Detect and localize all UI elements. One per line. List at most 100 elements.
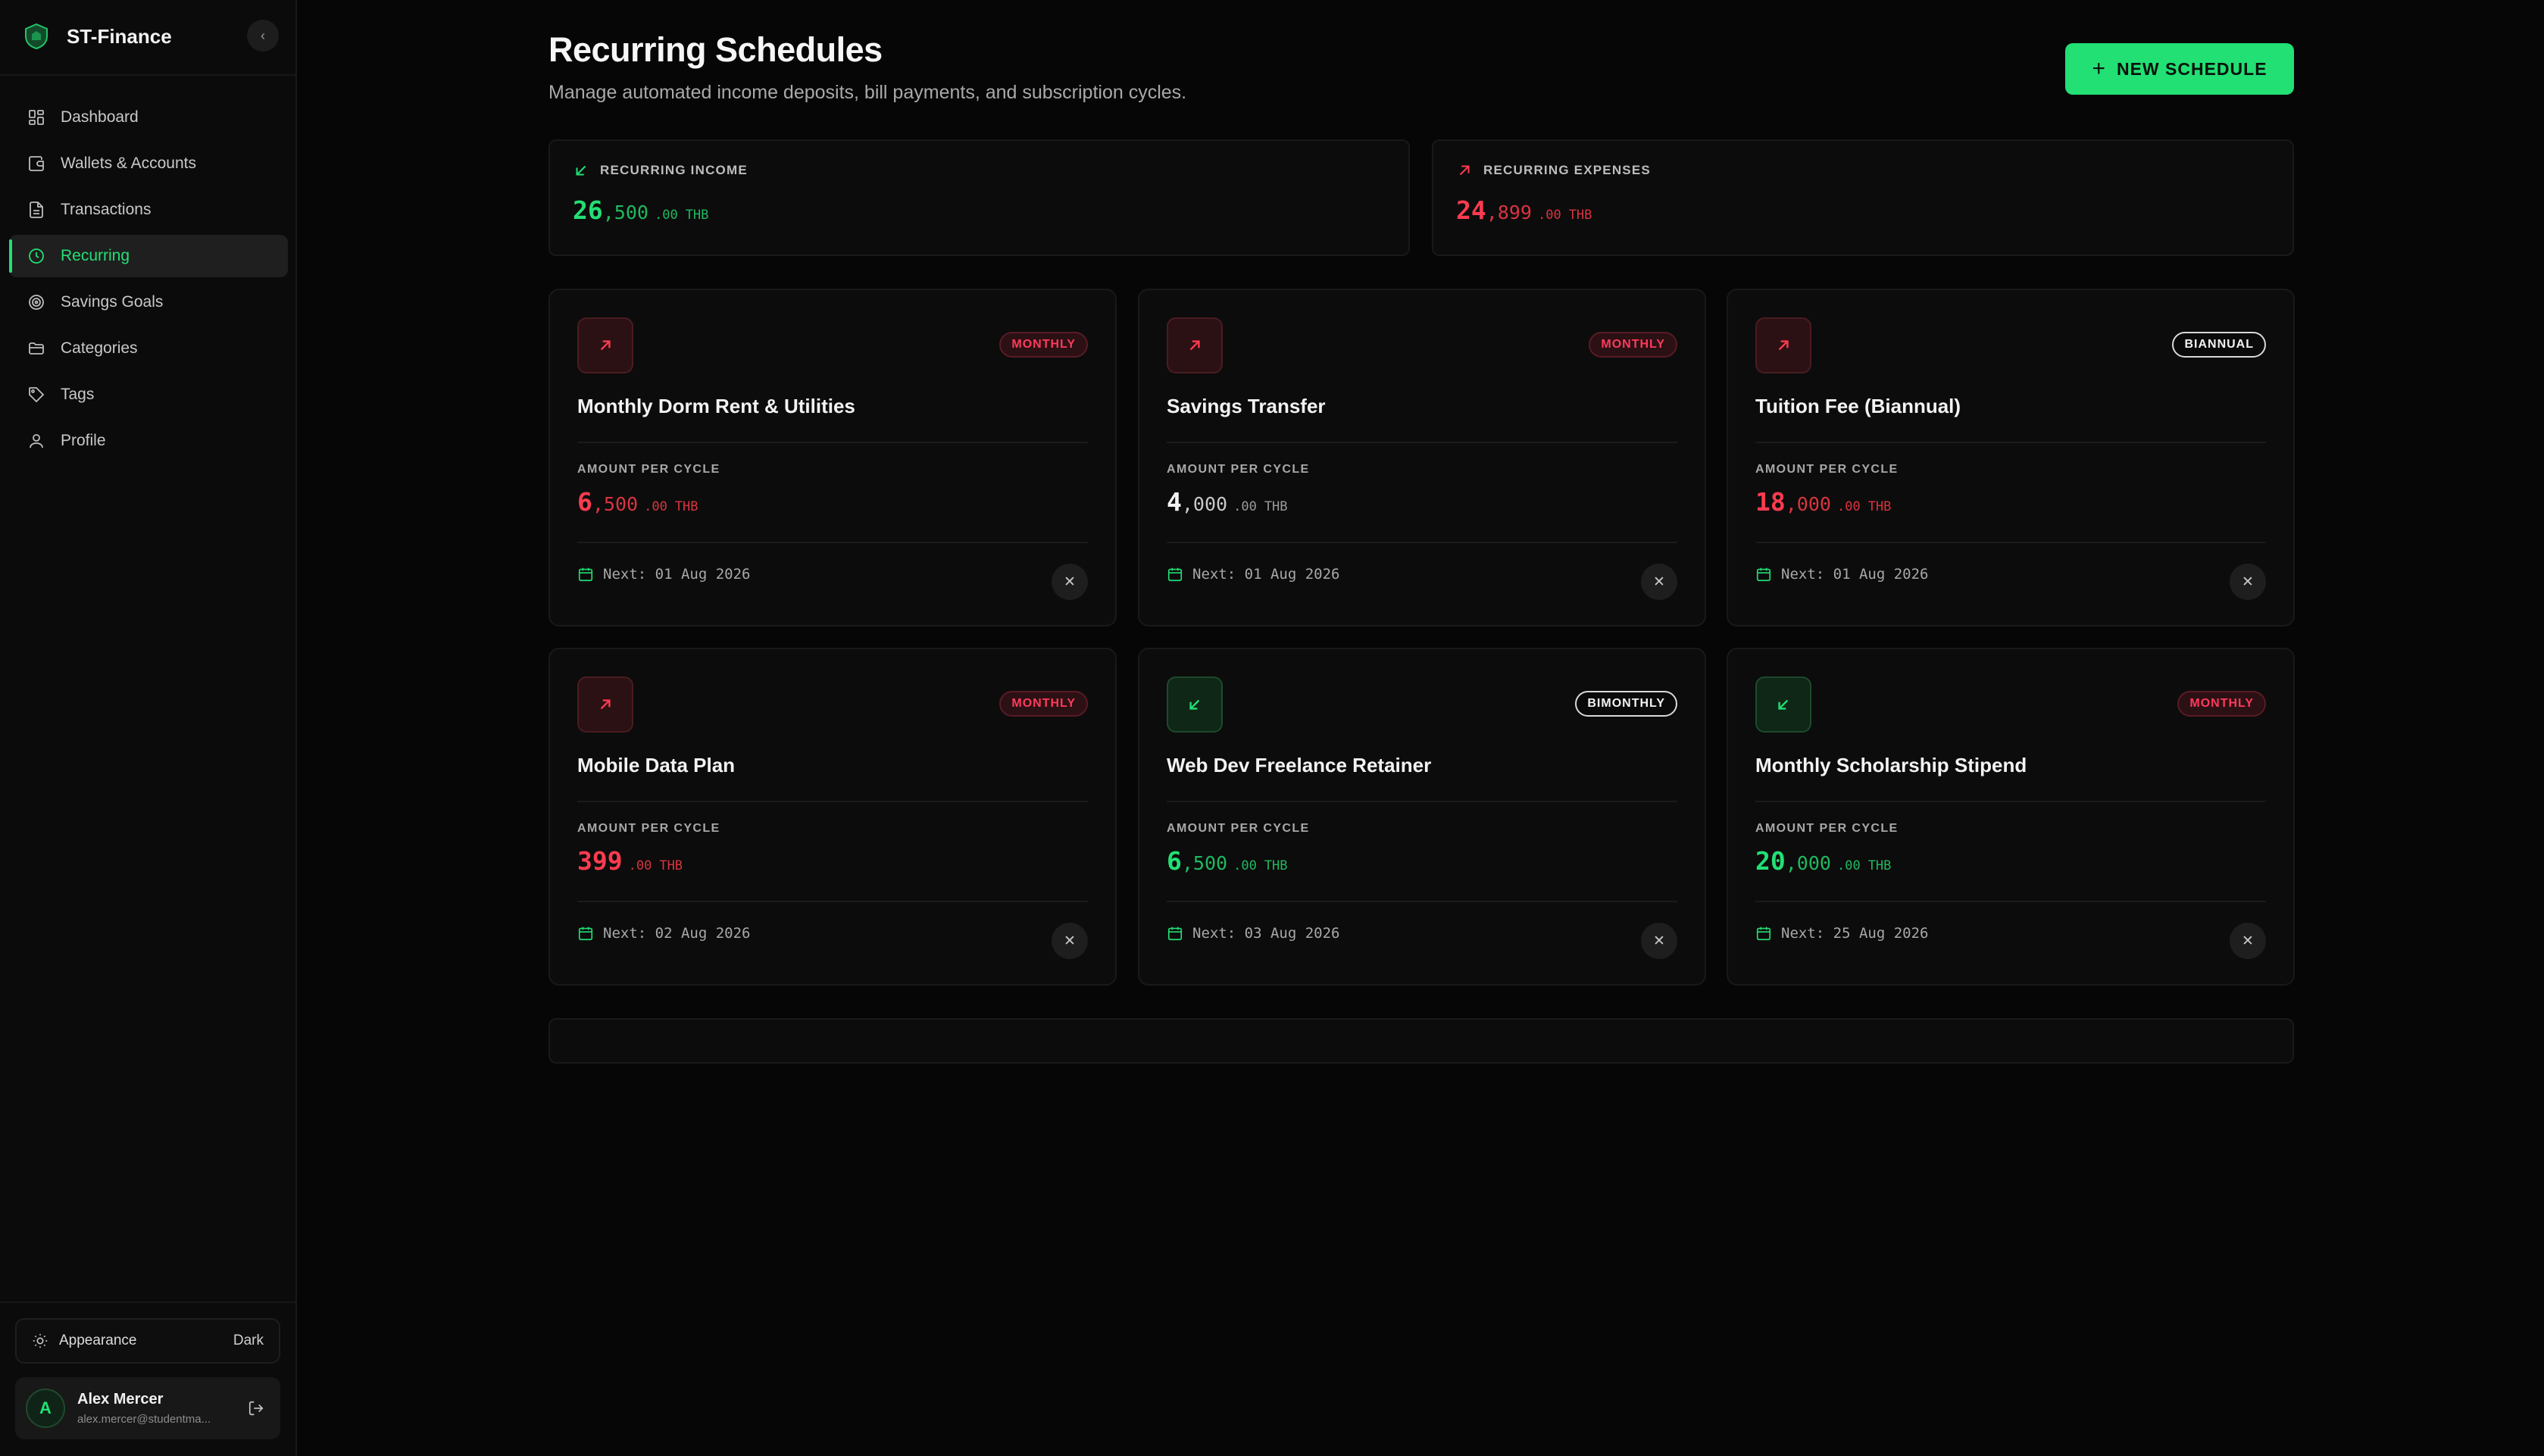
arrow-down-left-icon (573, 162, 589, 179)
amount-currency: THB (674, 499, 699, 514)
schedule-card[interactable]: MONTHLY Mobile Data Plan AMOUNT PER CYCL… (548, 648, 1117, 986)
user-name: Alex Mercer (77, 1391, 164, 1408)
page-subtitle: Manage automated income deposits, bill p… (548, 82, 1187, 103)
user-icon (26, 430, 47, 451)
card-divider (1167, 542, 1677, 543)
amount-thousands: ,000 (1785, 493, 1831, 515)
sidebar-item-label: Wallets & Accounts (61, 155, 196, 172)
next-date-text: Next: 01 Aug 2026 (603, 566, 751, 583)
frequency-badge: MONTHLY (1589, 332, 1677, 358)
brand[interactable]: ST-Finance (21, 20, 279, 53)
next-date-text: Next: 03 Aug 2026 (1192, 925, 1340, 942)
amount-decimal: .00 (1836, 858, 1861, 873)
clock-icon (26, 245, 47, 267)
appearance-label: Appearance (59, 1333, 137, 1348)
summary-label: RECURRING EXPENSES (1483, 163, 1651, 177)
amount-thousands: ,500 (602, 202, 649, 223)
avatar: A (26, 1389, 65, 1428)
card-divider (577, 901, 1088, 902)
arrow-up-right-icon (1185, 336, 1205, 355)
sidebar-item-recurring[interactable]: Recurring (9, 235, 288, 277)
new-schedule-button[interactable]: + NEW SCHEDULE (2065, 43, 2294, 95)
delete-schedule-button[interactable]: ✕ (2230, 923, 2266, 959)
sidebar-item-label: Categories (61, 339, 138, 357)
frequency-badge: MONTHLY (999, 691, 1088, 717)
amount-thousands: ,899 (1486, 202, 1532, 223)
amount-integer: 399 (577, 846, 623, 876)
next-date: Next: 01 Aug 2026 (1755, 566, 1928, 583)
card-divider (577, 542, 1088, 543)
delete-schedule-button[interactable]: ✕ (2230, 564, 2266, 600)
card-divider (577, 801, 1088, 802)
wallet-icon (26, 153, 47, 174)
amount-decimal: .00 (1537, 208, 1561, 223)
calendar-icon (577, 925, 594, 942)
amount-decimal: .00 (644, 499, 667, 514)
appearance-toggle[interactable]: Appearance Dark (15, 1318, 280, 1364)
amount-integer: 20 (1755, 846, 1786, 876)
next-date: Next: 02 Aug 2026 (577, 925, 750, 942)
sidebar-item-wallets[interactable]: Wallets & Accounts (9, 142, 288, 185)
user-info: Alex Mercer alex.mercer@studentma... (77, 1391, 242, 1426)
amount-per-cycle: 18 ,000 .00 THB (1755, 487, 1891, 517)
direction-badge (577, 676, 633, 733)
sidebar-item-transactions[interactable]: Transactions (9, 189, 288, 231)
plus-icon: + (2092, 56, 2106, 81)
schedule-card[interactable]: BIANNUAL Tuition Fee (Biannual) AMOUNT P… (1727, 289, 2295, 626)
footer-panel (548, 1018, 2294, 1064)
sidebar-nav: Dashboard Wallets & Accounts Transaction… (9, 96, 288, 466)
direction-badge (577, 317, 633, 373)
card-divider (1755, 442, 2266, 443)
amount-per-cycle: 6 ,500 .00 THB (577, 487, 699, 517)
frequency-badge: BIANNUAL (2172, 332, 2266, 358)
amount-integer: 4 (1167, 487, 1182, 517)
sidebar-item-categories[interactable]: Categories (9, 327, 288, 370)
schedule-card[interactable]: BIMONTHLY Web Dev Freelance Retainer AMO… (1138, 648, 1706, 986)
sidebar-footer-divider (0, 1301, 297, 1303)
amount-currency: THB (1568, 208, 1592, 223)
recurring-expenses-summary: RECURRING EXPENSES 24 ,899 .00 THB (1432, 139, 2294, 256)
sidebar-item-label: Transactions (61, 201, 152, 218)
close-icon: ✕ (1653, 933, 1665, 949)
user-email: alex.mercer@studentma... (77, 1413, 211, 1426)
schedule-name: Web Dev Freelance Retainer (1167, 754, 1432, 776)
calendar-icon (1167, 566, 1183, 583)
sun-icon (32, 1333, 48, 1349)
direction-badge (1755, 676, 1811, 733)
sidebar-item-profile[interactable]: Profile (9, 420, 288, 462)
tag-icon (26, 384, 47, 405)
schedule-card[interactable]: MONTHLY Monthly Dorm Rent & Utilities AM… (548, 289, 1117, 626)
card-divider (577, 442, 1088, 443)
logout-icon[interactable] (242, 1395, 270, 1422)
card-divider (1755, 542, 2266, 543)
folder-icon (26, 338, 47, 359)
amount-integer: 6 (1167, 846, 1182, 876)
sidebar-item-dashboard[interactable]: Dashboard (9, 96, 288, 139)
schedule-card[interactable]: MONTHLY Monthly Scholarship Stipend AMOU… (1727, 648, 2295, 986)
calendar-icon (1755, 925, 1772, 942)
delete-schedule-button[interactable]: ✕ (1052, 564, 1088, 600)
amount-currency: THB (1867, 499, 1892, 514)
delete-schedule-button[interactable]: ✕ (1052, 923, 1088, 959)
summary-amount: 26 ,500 .00 THB (573, 195, 1386, 225)
delete-schedule-button[interactable]: ✕ (1641, 923, 1677, 959)
new-schedule-label: NEW SCHEDULE (2116, 58, 2267, 79)
delete-schedule-button[interactable]: ✕ (1641, 564, 1677, 600)
amount-decimal: .00 (654, 208, 678, 223)
arrow-down-left-icon (1774, 695, 1793, 714)
sidebar-item-tags[interactable]: Tags (9, 373, 288, 416)
card-divider (1167, 901, 1677, 902)
amount-currency: THB (659, 858, 683, 873)
sidebar-item-savings-goals[interactable]: Savings Goals (9, 281, 288, 323)
amount-per-cycle: 399 .00 THB (577, 846, 683, 876)
next-date-text: Next: 02 Aug 2026 (603, 925, 751, 942)
schedule-name: Tuition Fee (Biannual) (1755, 395, 1961, 417)
user-profile-card[interactable]: A Alex Mercer alex.mercer@studentma... (15, 1377, 280, 1439)
collapse-sidebar-button[interactable]: ‹ (247, 20, 279, 52)
next-date-text: Next: 01 Aug 2026 (1781, 566, 1929, 583)
amount-currency: THB (1867, 858, 1892, 873)
sidebar-item-label: Tags (61, 386, 95, 403)
amount-integer: 26 (573, 195, 603, 225)
schedule-card[interactable]: MONTHLY Savings Transfer AMOUNT PER CYCL… (1138, 289, 1706, 626)
next-date: Next: 25 Aug 2026 (1755, 925, 1928, 942)
